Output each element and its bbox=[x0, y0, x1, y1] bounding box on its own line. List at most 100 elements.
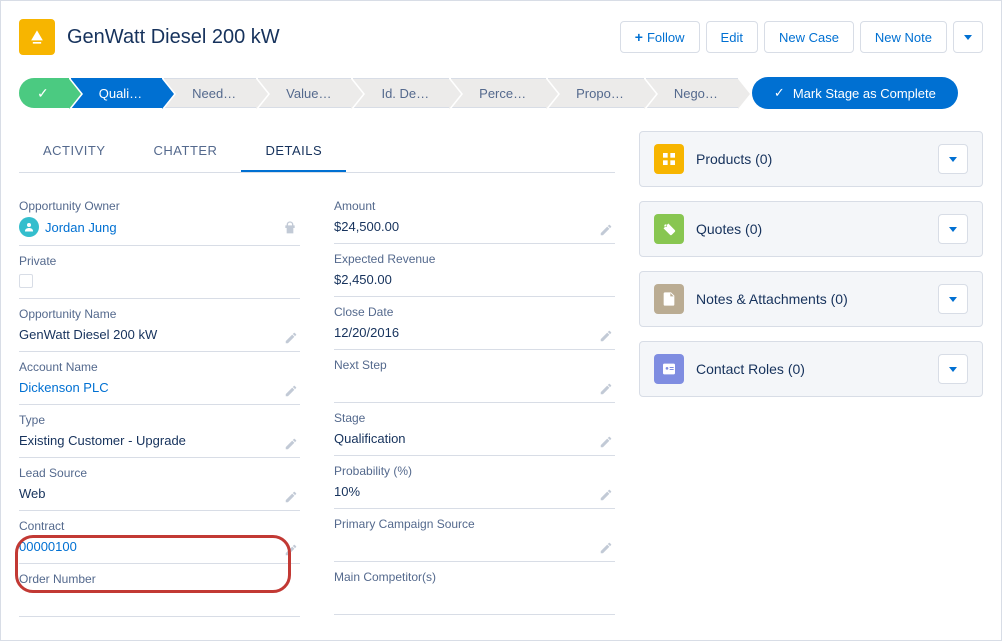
tab-activity[interactable]: ACTIVITY bbox=[19, 131, 130, 172]
stage-item[interactable]: Id. De… bbox=[353, 78, 449, 108]
card-title[interactable]: Notes & Attachments (0) bbox=[696, 291, 938, 307]
follow-button[interactable]: +Follow bbox=[620, 21, 700, 53]
field-contract: Contract 00000100 bbox=[19, 511, 300, 564]
change-owner-icon[interactable] bbox=[282, 220, 298, 239]
field-value-text: GenWatt Diesel 200 kW bbox=[19, 327, 157, 342]
mark-stage-complete-button[interactable]: ✓ Mark Stage as Complete bbox=[752, 77, 958, 109]
field-value-text: Qualification bbox=[334, 431, 406, 446]
body: ACTIVITY CHATTER DETAILS Opportunity Own… bbox=[1, 119, 1001, 617]
notes-icon bbox=[654, 284, 684, 314]
tabs: ACTIVITY CHATTER DETAILS bbox=[19, 131, 615, 173]
field-value: Web bbox=[19, 484, 300, 502]
edit-icon[interactable] bbox=[284, 384, 298, 398]
avatar-icon bbox=[19, 217, 39, 237]
checkbox[interactable] bbox=[19, 274, 33, 288]
field-lead-source: Lead SourceWeb bbox=[19, 458, 300, 511]
field-close-date: Close Date12/20/2016 bbox=[334, 297, 615, 350]
edit-icon[interactable] bbox=[599, 223, 613, 237]
field-label: Expected Revenue bbox=[334, 252, 615, 266]
field-value-text: 12/20/2016 bbox=[334, 325, 399, 340]
details-grid: Opportunity Owner Jordan Jung Private Oppor… bbox=[19, 191, 615, 617]
field-value-text: 10% bbox=[334, 484, 360, 499]
left-column: ACTIVITY CHATTER DETAILS Opportunity Own… bbox=[19, 131, 615, 617]
field-label: Opportunity Owner bbox=[19, 199, 300, 213]
edit-icon[interactable] bbox=[599, 488, 613, 502]
field-opportunity-name: Opportunity Name GenWatt Diesel 200 kW bbox=[19, 299, 300, 352]
field-label: Opportunity Name bbox=[19, 307, 300, 321]
stage-path: ✓ Quali… Need… Value… Id. De… Perce… Pro… bbox=[1, 73, 1001, 119]
chevron-down-icon bbox=[964, 35, 972, 40]
related-card-contacts: Contact Roles (0) bbox=[639, 341, 983, 397]
header-actions: +Follow Edit New Case New Note bbox=[620, 21, 983, 53]
field-value: 10% bbox=[334, 482, 615, 500]
card-expand-button[interactable] bbox=[938, 144, 968, 174]
field-value: Existing Customer - Upgrade bbox=[19, 431, 300, 449]
stage-item[interactable]: Quali… bbox=[71, 78, 162, 108]
chevron-down-icon bbox=[949, 157, 957, 162]
stage-item[interactable]: Perce… bbox=[451, 78, 546, 108]
edit-icon[interactable] bbox=[284, 490, 298, 504]
mark-stage-label: Mark Stage as Complete bbox=[793, 86, 936, 101]
edit-icon[interactable] bbox=[599, 435, 613, 449]
stage-item[interactable]: Need… bbox=[164, 78, 256, 108]
field-label: Account Name bbox=[19, 360, 300, 374]
field-value: $24,500.00 bbox=[334, 217, 615, 235]
check-icon: ✓ bbox=[774, 85, 785, 101]
field-amount: Amount$24,500.00 bbox=[334, 191, 615, 244]
field-value bbox=[334, 376, 615, 394]
field-label: Next Step bbox=[334, 358, 615, 372]
edit-icon[interactable] bbox=[599, 382, 613, 396]
more-actions-button[interactable] bbox=[953, 21, 983, 53]
card-expand-button[interactable] bbox=[938, 214, 968, 244]
related-card-quotes: Quotes (0) bbox=[639, 201, 983, 257]
stage-complete[interactable]: ✓ bbox=[19, 78, 69, 108]
field-value: Qualification bbox=[334, 429, 615, 447]
page-title: GenWatt Diesel 200 kW bbox=[67, 26, 620, 49]
check-icon: ✓ bbox=[37, 85, 49, 102]
chevron-down-icon bbox=[949, 227, 957, 232]
field-account-name: Account Name Dickenson PLC bbox=[19, 352, 300, 405]
edit-button[interactable]: Edit bbox=[706, 21, 758, 53]
field-order-number: Order Number bbox=[19, 564, 300, 617]
contacts-icon bbox=[654, 354, 684, 384]
stage-item[interactable]: Nego… bbox=[646, 78, 738, 108]
field-label: Primary Campaign Source bbox=[334, 517, 615, 531]
field-value: 00000100 bbox=[19, 537, 300, 555]
field-value-text: 00000100 bbox=[19, 539, 77, 554]
new-note-button[interactable]: New Note bbox=[860, 21, 947, 53]
edit-icon[interactable] bbox=[284, 331, 298, 345]
field-value-text: Dickenson PLC bbox=[19, 380, 109, 395]
field-label: Type bbox=[19, 413, 300, 427]
products-icon bbox=[654, 144, 684, 174]
edit-icon[interactable] bbox=[284, 437, 298, 451]
card-title[interactable]: Contact Roles (0) bbox=[696, 361, 938, 377]
field-value: Dickenson PLC bbox=[19, 378, 300, 396]
field-probability-: Probability (%) 10% bbox=[334, 456, 615, 509]
card-title[interactable]: Products (0) bbox=[696, 151, 938, 167]
tab-chatter[interactable]: CHATTER bbox=[130, 131, 242, 172]
field-value-text: $2,450.00 bbox=[334, 272, 392, 287]
edit-icon[interactable] bbox=[599, 329, 613, 343]
field-value: 12/20/2016 bbox=[334, 323, 615, 341]
card-expand-button[interactable] bbox=[938, 354, 968, 384]
field-main-competitor-s-: Main Competitor(s) bbox=[334, 562, 615, 615]
field-label: Contract bbox=[19, 519, 300, 533]
edit-icon[interactable] bbox=[599, 541, 613, 555]
field-label: Order Number bbox=[19, 572, 300, 586]
chevron-down-icon bbox=[949, 367, 957, 372]
card-title[interactable]: Quotes (0) bbox=[696, 221, 938, 237]
field-primary-campaign-source: Primary Campaign Source bbox=[334, 509, 615, 562]
new-case-button[interactable]: New Case bbox=[764, 21, 854, 53]
field-opportunity-owner: Opportunity Owner Jordan Jung bbox=[19, 191, 300, 246]
field-expected-revenue: Expected Revenue $2,450.00 bbox=[334, 244, 615, 297]
field-private: Private bbox=[19, 246, 300, 299]
card-expand-button[interactable] bbox=[938, 284, 968, 314]
tab-details[interactable]: DETAILS bbox=[241, 131, 346, 172]
edit-icon[interactable] bbox=[284, 543, 298, 557]
field-value-text: Jordan Jung bbox=[45, 220, 117, 235]
field-stage: StageQualification bbox=[334, 403, 615, 456]
field-label: Private bbox=[19, 254, 300, 268]
field-label: Probability (%) bbox=[334, 464, 615, 478]
stage-item[interactable]: Value… bbox=[258, 78, 351, 108]
stage-item[interactable]: Propo… bbox=[548, 78, 644, 108]
